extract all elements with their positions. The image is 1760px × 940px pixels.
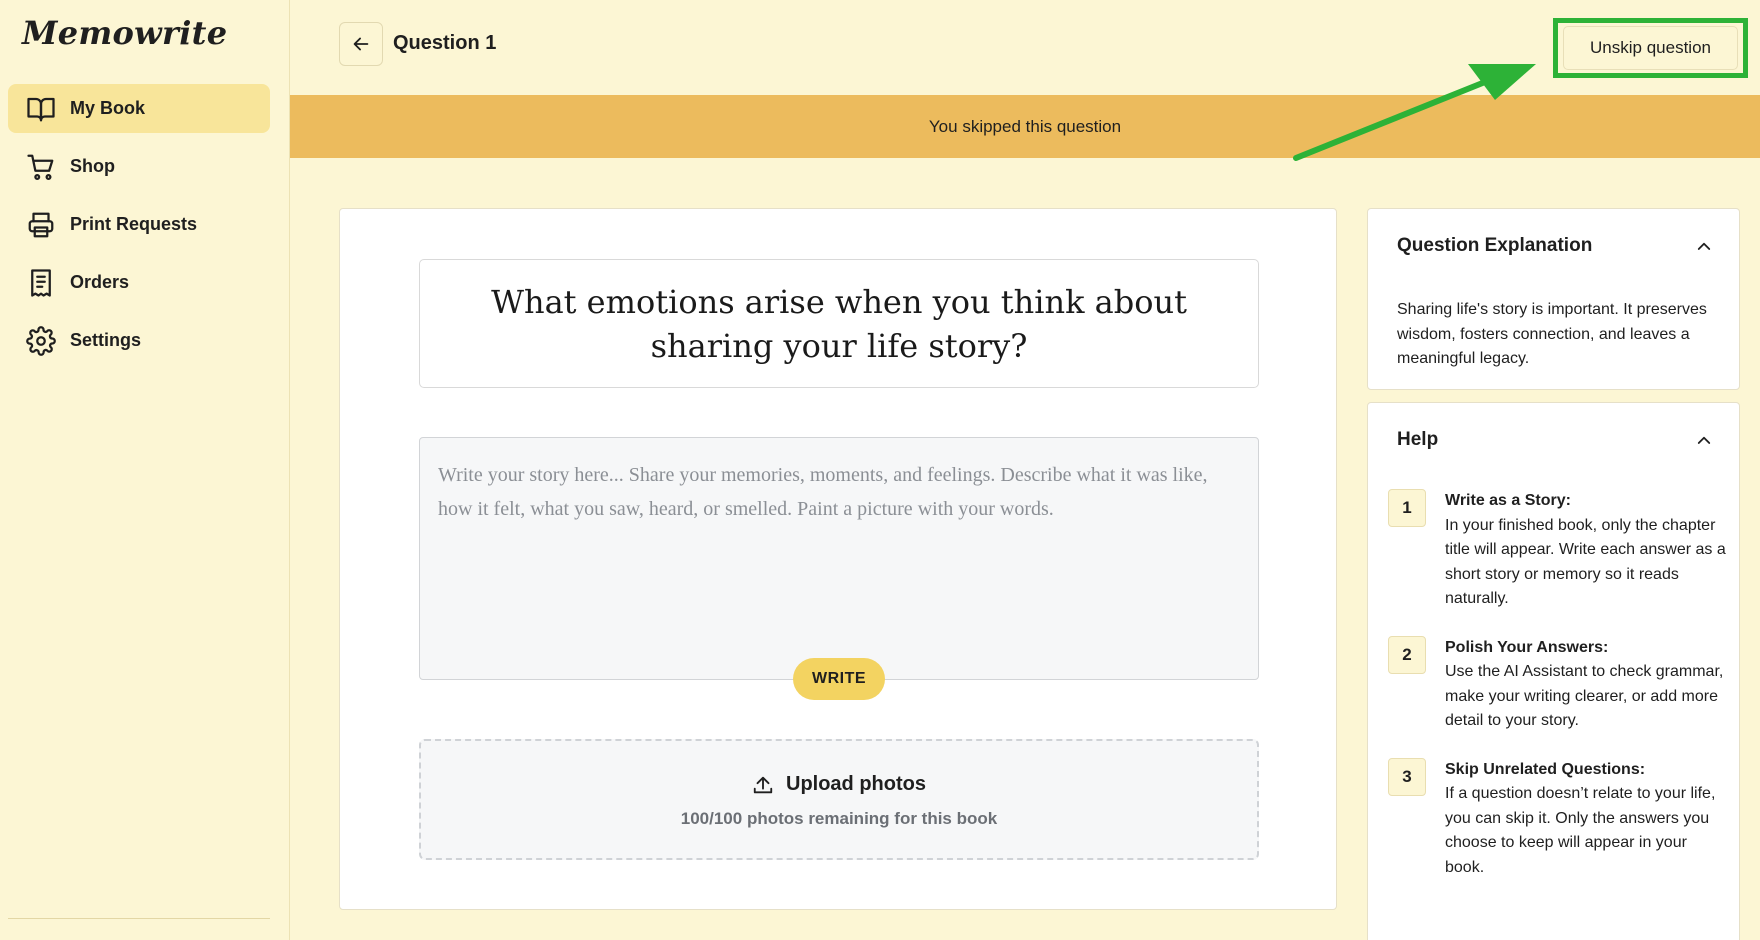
help-item: 3 Skip Unrelated Questions: If a questio… <box>1388 757 1728 881</box>
sidebar-item-label: My Book <box>70 98 146 118</box>
chevron-up-icon[interactable] <box>1695 237 1713 255</box>
help-item: 2 Polish Your Answers: Use the AI Assist… <box>1388 635 1728 734</box>
help-step-text: Use the AI Assistant to check grammar, m… <box>1445 663 1724 729</box>
sidebar-item-label: Print Requests <box>70 214 198 234</box>
sidebar-item-label: Shop <box>70 156 115 176</box>
help-step-title: Write as a Story: <box>1445 492 1571 509</box>
help-step-text: In your finished book, only the chapter … <box>1445 516 1726 608</box>
annotation-arrow <box>1293 64 1536 161</box>
question-card: What emotions arise when you think about… <box>339 208 1337 910</box>
sidebar: Memowrite My Book Shop Print Requests Or… <box>0 0 290 940</box>
question-text: What emotions arise when you think about… <box>419 259 1259 388</box>
help-step-text: If a question doesn’t relate to your lif… <box>1445 785 1716 876</box>
sidebar-divider <box>8 918 270 919</box>
back-button[interactable] <box>339 22 383 66</box>
upload-remaining: 100/100 photos remaining for this book <box>680 809 998 828</box>
banner-text: You skipped this question <box>928 116 1122 136</box>
explanation-text: Sharing life's story is important. It pr… <box>1397 301 1707 367</box>
help-card: Help 1 Write as a Story: In your finishe… <box>1367 402 1740 940</box>
help-step-number: 1 <box>1388 489 1426 527</box>
arrow-left-icon <box>353 37 369 51</box>
help-item: 1 Write as a Story: In your finished boo… <box>1388 489 1728 612</box>
sidebar-item-settings[interactable]: Settings <box>8 316 270 365</box>
sidebar-item-print-requests[interactable]: Print Requests <box>8 200 270 249</box>
receipt-icon <box>31 268 51 297</box>
story-textarea[interactable] <box>419 437 1259 680</box>
printer-icon <box>28 212 54 237</box>
help-step-body: Write as a Story: In your finished book,… <box>1445 489 1728 612</box>
sidebar-item-label: Orders <box>70 272 130 292</box>
sidebar-item-orders[interactable]: Orders <box>8 258 270 307</box>
upload-photos-dropzone[interactable]: Upload photos 100/100 photos remaining f… <box>419 739 1259 860</box>
gear-icon <box>26 325 56 356</box>
help-step-number: 3 <box>1388 757 1426 796</box>
upload-title-label: Upload photos <box>786 773 926 795</box>
write-button[interactable]: WRITE <box>793 658 885 700</box>
app-logo[interactable]: Memowrite <box>22 14 227 52</box>
help-step-title: Skip Unrelated Questions: <box>1445 760 1646 778</box>
upload-icon <box>753 776 773 793</box>
chevron-up-icon[interactable] <box>1695 431 1713 449</box>
sidebar-item-shop[interactable]: Shop <box>8 142 270 191</box>
help-step-title: Polish Your Answers: <box>1445 638 1609 656</box>
unskip-question-button[interactable]: Unskip question <box>1563 26 1738 70</box>
help-step-number: 2 <box>1388 635 1426 674</box>
sidebar-item-my-book[interactable]: My Book <box>8 84 270 133</box>
sidebar-item-label: Settings <box>70 330 142 350</box>
book-open-icon <box>27 97 55 121</box>
help-step-body: Skip Unrelated Questions: If a question … <box>1445 758 1728 881</box>
question-explanation-card: Question Explanation Sharing life's stor… <box>1367 208 1740 390</box>
help-title: Help <box>1397 429 1439 450</box>
page-title: Question 1 <box>393 32 497 54</box>
help-list: 1 Write as a Story: In your finished boo… <box>1388 489 1728 904</box>
help-step-body: Polish Your Answers: Use the AI Assistan… <box>1445 636 1728 734</box>
explanation-title: Question Explanation <box>1397 235 1593 256</box>
sidebar-nav: My Book Shop Print Requests Orders Setti… <box>8 84 270 374</box>
cart-icon <box>27 154 54 180</box>
upload-title: Upload photos <box>421 773 1257 796</box>
